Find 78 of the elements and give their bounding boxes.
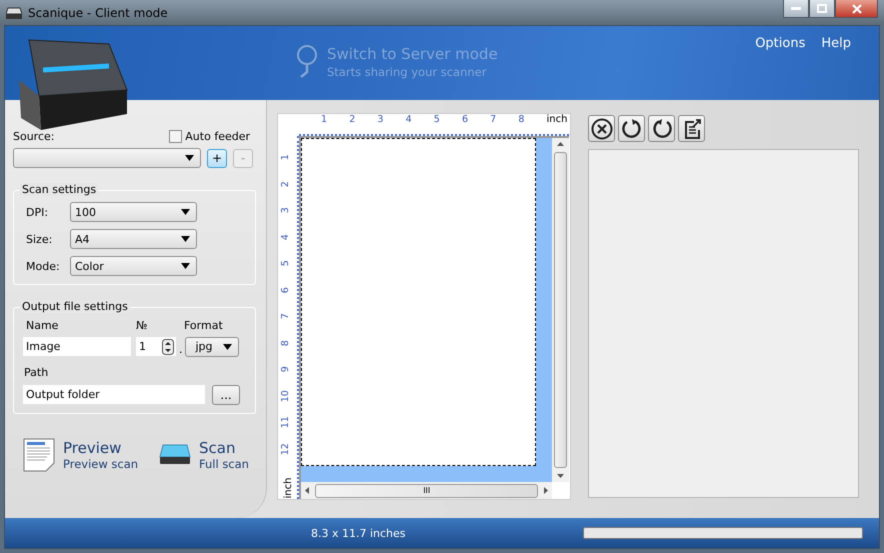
separator-text: . xyxy=(179,343,182,356)
scanner-icon xyxy=(159,443,191,467)
name-field[interactable]: Image xyxy=(22,336,132,357)
menu-item[interactable]: Options xyxy=(755,36,806,51)
number-spinner[interactable]: 1 xyxy=(135,336,177,357)
close-icon xyxy=(852,4,862,14)
ruler-number: 4 xyxy=(406,114,413,125)
scan-button[interactable]: Scan Full scan xyxy=(159,439,249,471)
caret-icon xyxy=(181,209,190,215)
settings-dropdown[interactable]: 100 xyxy=(70,202,197,222)
horizontal-scrollbar[interactable]: III xyxy=(301,482,552,499)
rotate-left-icon xyxy=(620,118,642,140)
caret-icon xyxy=(181,236,190,242)
ruler-unit: inch xyxy=(282,478,294,498)
spinner-arrows-icon xyxy=(162,338,174,354)
ruler-number: 5 xyxy=(434,114,441,125)
ruler-number: 9 xyxy=(278,365,292,374)
source-dropdown[interactable] xyxy=(13,148,201,168)
close-icon xyxy=(590,118,612,140)
document-icon xyxy=(23,438,55,472)
ruler-number: 3 xyxy=(377,114,384,125)
ruler-number: 2 xyxy=(278,180,292,189)
field-label: Path xyxy=(23,366,50,379)
maximize-button[interactable] xyxy=(809,0,835,18)
toolbar-button[interactable] xyxy=(618,115,645,142)
caret-icon xyxy=(222,344,232,350)
format-dropdown[interactable]: jpg xyxy=(184,336,238,356)
ruler-number: 8 xyxy=(518,114,526,125)
scroll-left-icon[interactable] xyxy=(305,487,309,494)
ruler-unit: inch xyxy=(546,114,568,125)
menu-item[interactable]: Help xyxy=(821,36,851,51)
ruler-number: 5 xyxy=(278,259,292,268)
vertical-scrollbar[interactable] xyxy=(552,138,570,482)
auto-feeder-checkbox[interactable]: Auto feeder xyxy=(169,130,250,143)
source-label: Source: xyxy=(13,130,54,143)
ruler-number: 1 xyxy=(321,114,328,125)
settings-dropdown[interactable]: Color xyxy=(70,256,197,276)
path-field[interactable]: Output folder xyxy=(22,384,206,405)
scanner-icon xyxy=(6,6,22,20)
field-label: Mode: xyxy=(25,260,61,272)
ruler-number: 1 xyxy=(278,153,292,162)
caret-icon xyxy=(185,155,194,161)
field-label: № xyxy=(136,319,148,332)
ruler-number: 10 xyxy=(278,388,292,403)
ruler-number: 6 xyxy=(462,114,469,125)
ruler-number: 4 xyxy=(278,232,292,242)
field-label: Format xyxy=(184,319,223,332)
field-label: Size: xyxy=(25,232,54,246)
maximize-icon xyxy=(817,4,827,13)
minimize-icon xyxy=(791,7,801,10)
preview-button[interactable]: Preview Preview scan xyxy=(23,438,139,472)
page-size-text: 8.3 x 11.7 inches xyxy=(311,526,406,540)
rotate-right-icon xyxy=(650,118,672,140)
minimize-button[interactable] xyxy=(783,0,809,18)
window-title: Scanique - Client mode xyxy=(28,6,168,20)
ruler-number: 6 xyxy=(278,286,292,295)
ruler-number: 8 xyxy=(278,338,292,348)
add-button[interactable]: + xyxy=(207,148,227,168)
toolbar-button[interactable] xyxy=(678,115,705,142)
scroll-right-icon[interactable] xyxy=(544,487,548,494)
group-title: Scan settings xyxy=(20,183,98,196)
caret-icon xyxy=(181,263,190,269)
ruler-number: 7 xyxy=(278,312,292,322)
ruler-number: 3 xyxy=(278,206,292,216)
browse-button[interactable]: ... xyxy=(212,384,240,404)
scroll-down-icon[interactable] xyxy=(557,474,564,478)
field-label: Name xyxy=(25,319,60,332)
ruler-number: 11 xyxy=(278,415,292,430)
group-title: Output file settings xyxy=(20,300,130,313)
ruler-number: 12 xyxy=(278,442,292,456)
toolbar-button[interactable] xyxy=(588,115,615,142)
scroll-up-icon[interactable] xyxy=(557,142,564,146)
close-button[interactable] xyxy=(835,0,878,18)
ruler-number: 2 xyxy=(349,114,356,125)
toolbar-button[interactable] xyxy=(648,115,675,142)
ruler-number: 7 xyxy=(490,114,498,125)
settings-dropdown[interactable]: A4 xyxy=(70,229,197,249)
field-label: DPI: xyxy=(25,206,50,218)
